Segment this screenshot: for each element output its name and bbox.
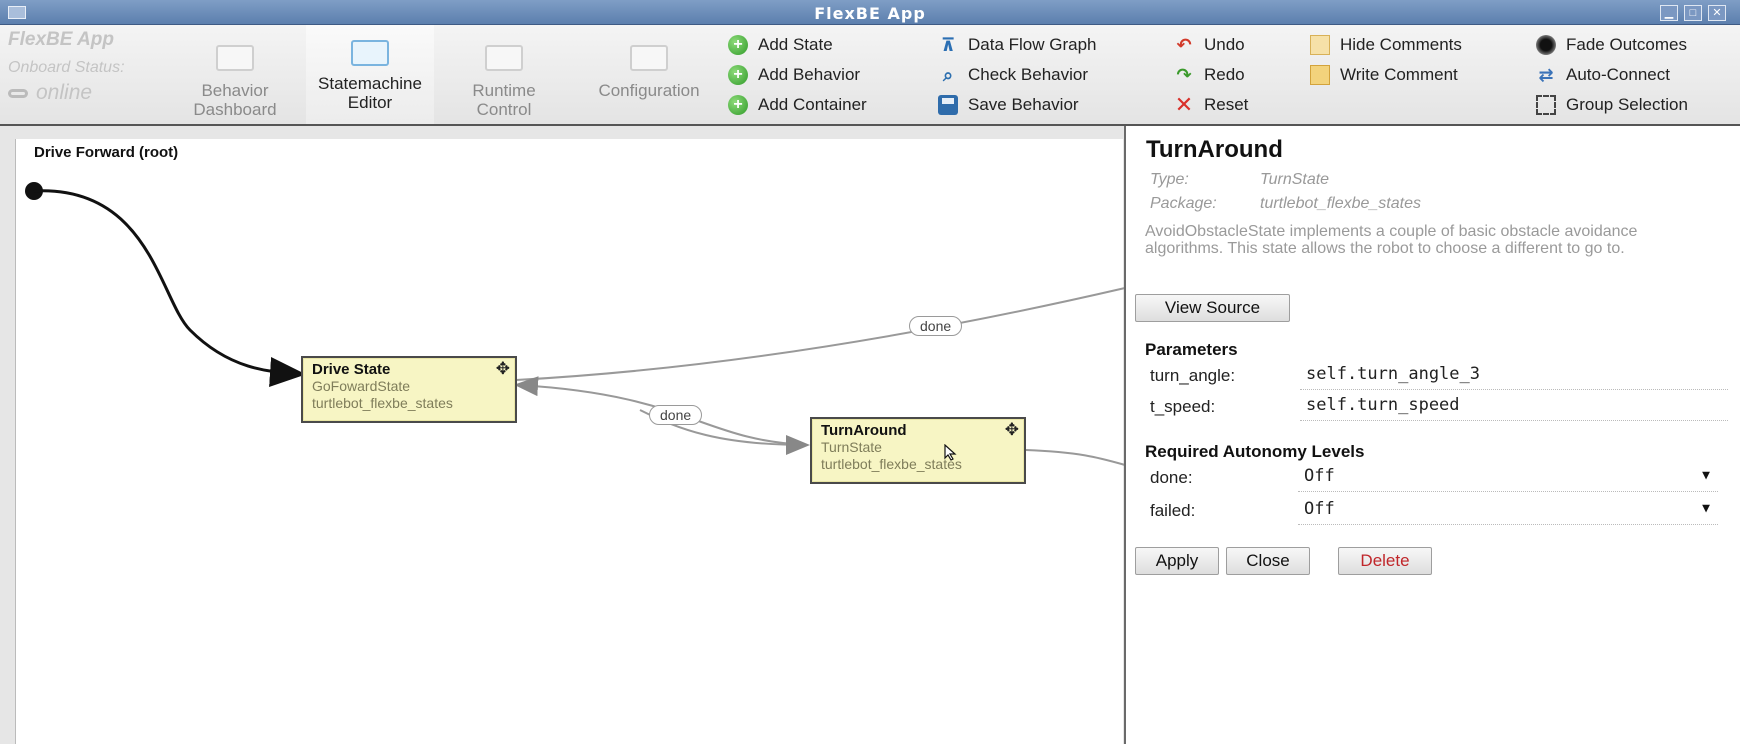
transition-drive-done[interactable] bbox=[515, 287, 1126, 381]
state-class: TurnState bbox=[821, 439, 882, 455]
type-label: Type: bbox=[1150, 171, 1189, 188]
autonomy-label: done: bbox=[1150, 468, 1193, 487]
undo-button[interactable]: ↶ Undo bbox=[1174, 32, 1245, 58]
swap-arrows-icon: ⇄ bbox=[1538, 65, 1554, 85]
group-selection-button[interactable]: Group Selection bbox=[1536, 92, 1688, 118]
mouse-cursor-icon bbox=[944, 444, 957, 461]
param-label: t_speed: bbox=[1150, 397, 1216, 416]
edge-label-done[interactable]: done bbox=[909, 316, 963, 336]
t-speed-field[interactable]: self.turn_speed bbox=[1300, 393, 1728, 421]
button-label: Reset bbox=[1204, 95, 1249, 114]
view-source-button[interactable]: View Source bbox=[1135, 294, 1290, 322]
maximize-icon[interactable]: □ bbox=[1684, 5, 1702, 21]
autonomy-label: failed: bbox=[1150, 501, 1196, 520]
package-value: turtlebot_flexbe_states bbox=[1260, 195, 1421, 212]
auto-connect-button[interactable]: ⇄ Auto-Connect bbox=[1536, 62, 1670, 88]
initial-transition bbox=[33, 189, 306, 387]
package-label: Package: bbox=[1150, 195, 1217, 212]
hide-comments-button[interactable]: Hide Comments bbox=[1310, 32, 1462, 58]
x-icon: ✕ bbox=[1174, 92, 1194, 117]
state-package: turtlebot_flexbe_states bbox=[821, 456, 962, 472]
state-properties-panel: TurnAround Type: TurnState Package: turtle… bbox=[1124, 126, 1740, 744]
fade-outcomes-button[interactable]: Fade Outcomes bbox=[1536, 32, 1687, 58]
edge-label-done[interactable]: done bbox=[649, 405, 703, 425]
state-class: GoFowardState bbox=[312, 378, 411, 394]
select-value: Off bbox=[1304, 499, 1335, 519]
redo-button[interactable]: ↷ Redo bbox=[1174, 62, 1245, 88]
turn-angle-field[interactable]: self.turn_angle_3 bbox=[1300, 362, 1728, 390]
write-comment-button[interactable]: Write Comment bbox=[1310, 62, 1458, 88]
done-autonomy-select[interactable]: Off ▼ bbox=[1298, 464, 1718, 492]
reset-button[interactable]: ✕ Reset bbox=[1174, 92, 1249, 118]
move-icon[interactable]: ✥ bbox=[496, 360, 510, 377]
state-package: turtlebot_flexbe_states bbox=[312, 395, 453, 411]
button-label: Fade Outcomes bbox=[1566, 35, 1687, 54]
delete-button[interactable]: Delete bbox=[1338, 547, 1432, 575]
state-name: Drive State bbox=[312, 361, 391, 378]
button-label: Redo bbox=[1204, 65, 1245, 84]
close-button[interactable]: Close bbox=[1226, 547, 1310, 575]
selection-box-icon bbox=[1536, 95, 1556, 115]
state-package-row: Package: turtlebot_flexbe_states bbox=[1150, 195, 1421, 213]
state-name: TurnAround bbox=[821, 422, 907, 439]
radio-dot-icon bbox=[1536, 35, 1556, 55]
button-label: Auto-Connect bbox=[1566, 65, 1670, 84]
minimize-icon[interactable]: ▁ bbox=[1660, 5, 1678, 21]
panel-title: TurnAround bbox=[1146, 136, 1283, 163]
autonomy-heading: Required Autonomy Levels bbox=[1145, 442, 1365, 461]
state-drive-state[interactable]: Drive State GoFowardState turtlebot_flex… bbox=[301, 356, 517, 423]
parameters-heading: Parameters bbox=[1145, 340, 1238, 359]
type-value: TurnState bbox=[1260, 171, 1330, 188]
dropdown-arrow-icon: ▼ bbox=[1702, 468, 1710, 483]
transitions-layer bbox=[25, 182, 1126, 466]
state-type-row: Type: TurnState bbox=[1150, 171, 1329, 189]
redo-icon: ↷ bbox=[1176, 65, 1192, 85]
failed-autonomy-select[interactable]: Off ▼ bbox=[1298, 497, 1718, 525]
button-label: Group Selection bbox=[1566, 95, 1688, 114]
state-turnaround[interactable]: TurnAround TurnState turtlebot_flexbe_st… bbox=[810, 417, 1026, 484]
button-label: Hide Comments bbox=[1340, 35, 1462, 54]
comment-icon bbox=[1310, 35, 1330, 55]
move-icon[interactable]: ✥ bbox=[1005, 421, 1019, 438]
apply-button[interactable]: Apply bbox=[1135, 547, 1219, 575]
select-value: Off bbox=[1304, 466, 1335, 486]
state-description: AvoidObstacleState implements a couple o… bbox=[1145, 223, 1638, 257]
note-icon bbox=[1310, 65, 1330, 85]
transition-turn-out[interactable] bbox=[1025, 449, 1126, 466]
button-label: Write Comment bbox=[1340, 65, 1458, 84]
dropdown-arrow-icon: ▼ bbox=[1702, 501, 1710, 516]
button-label: Undo bbox=[1204, 35, 1245, 54]
param-label: turn_angle: bbox=[1150, 366, 1236, 385]
close-icon[interactable]: ✕ bbox=[1708, 5, 1726, 21]
undo-icon: ↶ bbox=[1176, 35, 1192, 55]
